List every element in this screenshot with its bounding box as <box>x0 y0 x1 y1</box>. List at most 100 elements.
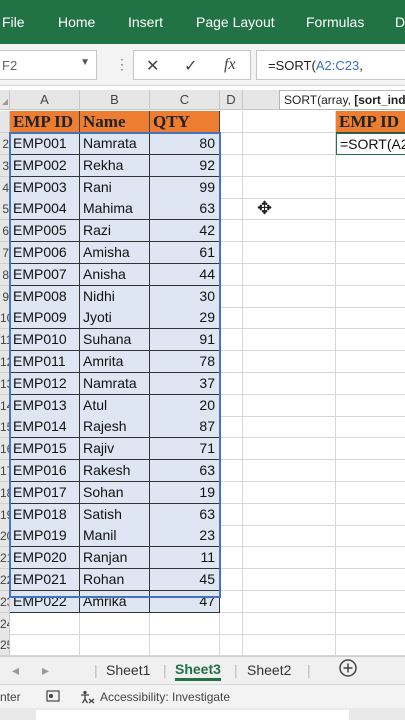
plus-circle-icon[interactable] <box>338 658 358 681</box>
empty-cell[interactable] <box>220 438 243 461</box>
table-cell-name[interactable]: Satish <box>80 503 150 526</box>
table-cell-qty[interactable]: 63 <box>150 198 220 221</box>
table-cell-emp-id[interactable]: EMP010 <box>10 329 80 352</box>
table-cell-qty[interactable]: 44 <box>150 263 220 286</box>
sheet-tab-2[interactable]: Sheet2 <box>247 662 291 678</box>
empty-cell[interactable] <box>243 220 336 243</box>
row-header[interactable]: 16 <box>0 438 10 461</box>
empty-cell[interactable] <box>220 612 243 635</box>
empty-cell[interactable] <box>243 176 336 199</box>
empty-cell[interactable] <box>220 176 243 199</box>
empty-cell[interactable] <box>220 242 243 264</box>
table-cell-emp-id[interactable]: EMP007 <box>10 263 80 286</box>
header-name[interactable]: Name <box>80 111 150 133</box>
empty-cell[interactable] <box>220 329 243 352</box>
empty-cell[interactable] <box>220 154 243 177</box>
row-header[interactable]: 21 <box>0 547 10 570</box>
row-header[interactable]: 3 <box>0 154 10 177</box>
empty-cell[interactable] <box>336 591 405 613</box>
table-cell-name[interactable]: Amisha <box>80 242 150 264</box>
empty-cell[interactable] <box>336 460 405 482</box>
table-cell-emp-id[interactable]: EMP022 <box>10 590 80 613</box>
empty-cell[interactable] <box>243 416 336 439</box>
accessibility-status[interactable]: Accessibility: Investigate <box>100 690 230 704</box>
empty-cell[interactable] <box>243 394 336 417</box>
table-cell-emp-id[interactable]: EMP012 <box>10 372 80 395</box>
row-header-1[interactable] <box>0 111 10 133</box>
empty-cell[interactable] <box>220 416 243 439</box>
empty-cell[interactable] <box>220 394 243 417</box>
table-cell-name[interactable]: Nidhi <box>80 285 150 308</box>
table-cell-name[interactable]: Namrata <box>80 372 150 395</box>
row-header[interactable]: 24 <box>0 612 10 635</box>
empty-cell[interactable] <box>336 351 405 373</box>
table-cell-qty[interactable]: 80 <box>150 133 220 155</box>
table-cell-qty[interactable]: 45 <box>150 569 220 591</box>
empty-cell[interactable] <box>243 307 336 330</box>
empty-cell[interactable] <box>336 525 405 548</box>
table-cell-qty[interactable]: 29 <box>150 307 220 330</box>
empty-cell[interactable] <box>243 547 336 570</box>
formula-input[interactable]: =SORT(A2:C23, <box>256 50 405 80</box>
accessibility-icon[interactable] <box>79 690 95 707</box>
row-header[interactable]: 18 <box>0 481 10 504</box>
empty-cell[interactable] <box>336 373 405 395</box>
empty-cell[interactable] <box>243 285 336 308</box>
table-cell-emp-id[interactable]: EMP021 <box>10 569 80 591</box>
table-cell-qty[interactable]: 91 <box>150 329 220 352</box>
tab-insert[interactable]: Insert <box>128 14 163 30</box>
tab-formulas[interactable]: Formulas <box>306 14 364 30</box>
table-cell-qty[interactable]: 23 <box>150 525 220 548</box>
empty-cell[interactable] <box>10 634 80 656</box>
table-cell-name[interactable]: Rohan <box>80 569 150 591</box>
empty-cell[interactable] <box>80 634 150 656</box>
table-cell-name[interactable]: Rajiv <box>80 438 150 461</box>
row-header[interactable]: 10 <box>0 307 10 330</box>
cell-e1[interactable] <box>243 111 336 133</box>
table-cell-name[interactable]: Mahima <box>80 198 150 221</box>
table-cell-name[interactable]: Rakesh <box>80 460 150 482</box>
table-cell-qty[interactable]: 20 <box>150 394 220 417</box>
table-cell-qty[interactable]: 71 <box>150 438 220 461</box>
empty-cell[interactable] <box>336 329 405 352</box>
empty-cell[interactable] <box>220 503 243 526</box>
table-cell-emp-id[interactable]: EMP019 <box>10 525 80 548</box>
empty-cell[interactable] <box>243 329 336 352</box>
empty-cell[interactable] <box>220 307 243 330</box>
table-cell-name[interactable]: Amrika <box>80 590 150 613</box>
empty-cell[interactable] <box>243 154 336 177</box>
empty-cell[interactable] <box>336 569 405 591</box>
worksheet-grid[interactable]: A B C D SORT(array, [sort_inde EMP ID Na… <box>0 86 405 656</box>
table-cell-qty[interactable]: 37 <box>150 372 220 395</box>
empty-cell[interactable] <box>243 263 336 286</box>
table-cell-name[interactable]: Sohan <box>80 481 150 504</box>
row-header[interactable]: 25 <box>0 634 10 656</box>
empty-cell[interactable] <box>336 242 405 264</box>
empty-cell[interactable] <box>336 286 405 308</box>
row-header[interactable]: 7 <box>0 242 10 264</box>
row-header[interactable]: 9 <box>0 285 10 308</box>
row-header[interactable]: 6 <box>0 220 10 243</box>
table-cell-emp-id[interactable]: EMP008 <box>10 285 80 308</box>
macro-record-icon[interactable] <box>46 690 60 705</box>
table-cell-emp-id[interactable]: EMP015 <box>10 438 80 461</box>
row-header[interactable]: 12 <box>0 351 10 373</box>
empty-cell[interactable] <box>220 220 243 243</box>
empty-cell[interactable] <box>336 198 405 221</box>
empty-cell[interactable] <box>10 612 80 635</box>
row-header[interactable]: 22 <box>0 569 10 591</box>
table-cell-name[interactable]: Rajesh <box>80 416 150 439</box>
table-cell-name[interactable]: Rani <box>80 176 150 199</box>
row-header[interactable]: 4 <box>0 176 10 199</box>
select-all-corner[interactable] <box>0 90 10 110</box>
empty-cell[interactable] <box>243 242 336 264</box>
empty-cell[interactable] <box>243 460 336 482</box>
empty-cell[interactable] <box>243 133 336 155</box>
chevron-down-icon[interactable]: ▼ <box>80 57 90 68</box>
table-cell-emp-id[interactable]: EMP016 <box>10 460 80 482</box>
empty-cell[interactable] <box>336 177 405 199</box>
empty-cell[interactable] <box>243 634 336 656</box>
empty-cell[interactable] <box>220 634 243 656</box>
table-cell-emp-id[interactable]: EMP001 <box>10 133 80 155</box>
table-cell-qty[interactable]: 63 <box>150 503 220 526</box>
